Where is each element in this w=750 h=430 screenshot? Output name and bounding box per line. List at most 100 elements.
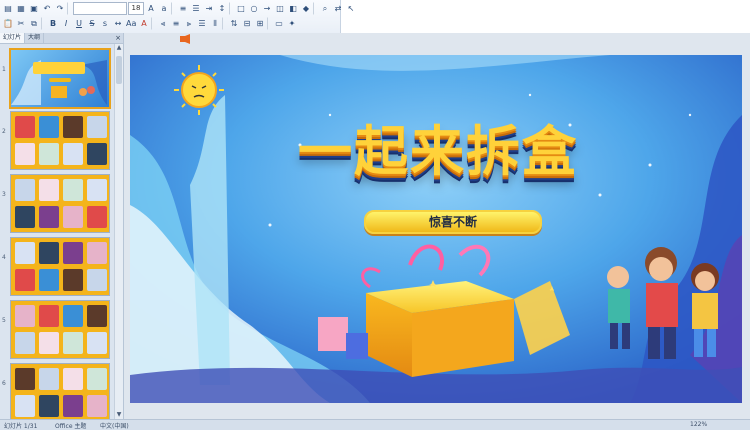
separator [229, 2, 234, 15]
product-box-image [39, 143, 59, 165]
cut-icon[interactable]: ✂ [15, 17, 27, 30]
arrange-icon[interactable]: ◫ [274, 2, 286, 15]
product-box-image [63, 395, 83, 417]
slide-thumbnail-1[interactable] [9, 48, 111, 109]
product-box-image [15, 332, 35, 354]
align-right-icon[interactable]: ⫸ [183, 17, 195, 30]
shadow-icon[interactable]: s [99, 17, 111, 30]
bold-icon[interactable]: B [47, 17, 59, 30]
slide-number: 4 [2, 254, 6, 261]
oval-icon[interactable]: ○ [248, 2, 260, 15]
product-box-image [39, 179, 59, 201]
replace-icon[interactable]: ⇄ [332, 2, 344, 15]
copy-icon[interactable]: ⧉ [28, 17, 40, 30]
product-box-image [39, 368, 59, 390]
effects-icon[interactable]: ✦ [286, 17, 298, 30]
product-box-image [87, 206, 107, 228]
product-box-image [87, 368, 107, 390]
scrollbar-thumb[interactable] [116, 56, 122, 84]
subtitle-banner[interactable]: 惊喜不断 [364, 210, 542, 234]
product-box-image [87, 332, 107, 354]
product-box-image [87, 395, 107, 417]
slide-thumbnail-4[interactable] [10, 237, 110, 296]
close-icon[interactable]: × [115, 33, 121, 43]
ribbon: ▤ ▦ ▣ ↶ ↷ 18 A a ≡ ☰ ⇥ ↕ □ ○ → ◫ ◧ ◆ ⌕ ⇄… [0, 0, 750, 34]
tab-outline[interactable]: 大纲 [25, 33, 45, 43]
find-icon[interactable]: ⌕ [319, 2, 331, 15]
select-icon[interactable]: ↖ [345, 2, 357, 15]
arrow-shape-icon[interactable]: → [261, 2, 273, 15]
slide-thumbnail-2[interactable] [10, 111, 110, 170]
separator [222, 17, 227, 30]
shapes-icon[interactable]: □ [235, 2, 247, 15]
product-box-image [15, 395, 35, 417]
separator [267, 17, 272, 30]
zoom-level[interactable]: 122% [690, 421, 707, 428]
pane-tabs: 幻灯片 大纲 × [0, 33, 123, 44]
case-icon[interactable]: Aa [125, 17, 137, 30]
slide-thumbnail-3[interactable] [10, 174, 110, 233]
slide-thumbnail-6[interactable] [10, 363, 110, 419]
columns-icon[interactable]: ⫴ [209, 17, 221, 30]
product-box-image [87, 269, 107, 291]
redo-icon[interactable]: ↷ [54, 2, 66, 15]
product-box-image [63, 242, 83, 264]
status-bar: 幻灯片 1/31 Office 主题 中文(中国) 122% [0, 419, 750, 430]
indent-icon[interactable]: ⇥ [203, 2, 215, 15]
quick-styles-icon[interactable]: ◧ [287, 2, 299, 15]
new-slide-icon[interactable]: ▤ [2, 2, 14, 15]
bullets-icon[interactable]: ≡ [177, 2, 189, 15]
align-center-icon[interactable]: ≡ [170, 17, 182, 30]
align-text-icon[interactable]: ⊟ [241, 17, 253, 30]
smartart-icon[interactable]: ⊞ [254, 17, 266, 30]
slide-thumbnails: 1 2 3 4 5 6 [0, 44, 114, 419]
product-box-image [15, 179, 35, 201]
product-box-image [15, 242, 35, 264]
speaker-icon [180, 34, 190, 44]
line-spacing-icon[interactable]: ↕ [216, 2, 228, 15]
grow-font-icon[interactable]: A [145, 2, 157, 15]
ribbon-row-bottom: 📋 ✂ ⧉ B I U S s ↔ Aa A ⫷ ≡ ⫸ ☰ ⫴ ⇅ ⊟ ⊞ ▭… [2, 17, 298, 30]
product-box-image [87, 143, 107, 165]
product-box-image [15, 368, 35, 390]
spacing-icon[interactable]: ↔ [112, 17, 124, 30]
separator [313, 2, 318, 15]
thumbnail-preview [11, 60, 107, 105]
product-box-image [63, 269, 83, 291]
align-left-icon[interactable]: ⫷ [157, 17, 169, 30]
ribbon-row-top: ▤ ▦ ▣ ↶ ↷ 18 A a ≡ ☰ ⇥ ↕ □ ○ → ◫ ◧ ◆ ⌕ ⇄… [2, 2, 357, 15]
separator [151, 17, 156, 30]
scroll-up-icon[interactable]: ▲ [115, 44, 123, 52]
paste-icon[interactable]: 📋 [2, 17, 14, 30]
numbering-icon[interactable]: ☰ [190, 2, 202, 15]
separator [41, 17, 46, 30]
product-box-image [39, 242, 59, 264]
slide-canvas[interactable]: 一起来拆盒 惊喜不断 [130, 55, 742, 403]
slide-number: 1 [2, 66, 6, 73]
slide-number: 3 [2, 191, 6, 198]
undo-icon[interactable]: ↶ [41, 2, 53, 15]
slide-number: 5 [2, 317, 6, 324]
outline-icon[interactable]: ▭ [273, 17, 285, 30]
strikethrough-icon[interactable]: S [86, 17, 98, 30]
slide-title[interactable]: 一起来拆盒 [248, 107, 628, 186]
tab-slides[interactable]: 幻灯片 [0, 33, 26, 43]
thumbnails-scrollbar[interactable]: ▲ ▼ [114, 44, 123, 419]
scroll-down-icon[interactable]: ▼ [115, 411, 123, 419]
italic-icon[interactable]: I [60, 17, 72, 30]
separator [171, 2, 176, 15]
product-box-image [39, 395, 59, 417]
product-box-image [63, 116, 83, 138]
underline-icon[interactable]: U [73, 17, 85, 30]
font-size-field[interactable]: 18 [128, 2, 144, 15]
shrink-font-icon[interactable]: a [158, 2, 170, 15]
justify-icon[interactable]: ☰ [196, 17, 208, 30]
font-name-field[interactable] [73, 2, 127, 15]
layout-icon[interactable]: ▦ [15, 2, 27, 15]
save-icon[interactable]: ▣ [28, 2, 40, 15]
text-direction-icon[interactable]: ⇅ [228, 17, 240, 30]
slide-thumbnail-5[interactable] [10, 300, 110, 359]
slide-subtitle: 惊喜不断 [428, 215, 477, 229]
font-color-icon[interactable]: A [138, 17, 150, 30]
fill-icon[interactable]: ◆ [300, 2, 312, 15]
